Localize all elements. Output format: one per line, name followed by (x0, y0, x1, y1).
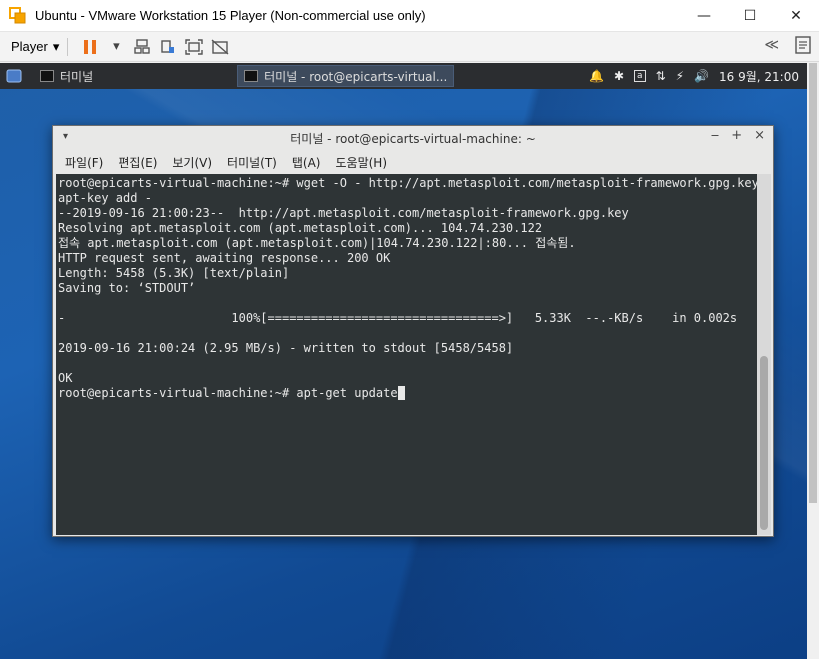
vmware-titlebar: Ubuntu - VMware Workstation 15 Player (N… (0, 0, 819, 32)
minimize-button[interactable]: — (681, 0, 727, 32)
terminal-close-button[interactable]: × (754, 128, 765, 143)
bluetooth-icon[interactable]: ✱ (614, 69, 624, 83)
terminal-icon (40, 70, 54, 82)
terminal-output[interactable]: root@epicarts-virtual-machine:~# wget -O… (56, 174, 758, 535)
terminal-maximize-button[interactable]: + (731, 128, 742, 143)
menu-terminal[interactable]: 터미널(T) (227, 154, 277, 171)
menu-view[interactable]: 보기(V) (172, 154, 212, 171)
menu-help[interactable]: 도움말(H) (336, 154, 388, 171)
terminal-line: root@epicarts-virtual-machine:~# wget -O… (58, 176, 758, 190)
player-menu-label: Player (11, 39, 48, 54)
window-title: Ubuntu - VMware Workstation 15 Player (N… (35, 8, 426, 23)
host-vertical-scrollbar[interactable] (807, 63, 819, 659)
terminal-prompt-line[interactable]: root@epicarts-virtual-machine:~# apt-get… (58, 386, 756, 401)
terminal-menubar: 파일(F) 편집(E) 보기(V) 터미널(T) 탭(A) 도움말(H) (53, 150, 773, 174)
terminal-icon (244, 70, 259, 82)
guest-desktop[interactable]: 터미널 터미널 - root@epicarts-virtual... 🔔 ✱ a… (0, 63, 819, 659)
message-log-icon[interactable] (795, 36, 811, 54)
terminal-titlebar[interactable]: ▾ 터미널 - root@epicarts-virtual-machine: ~… (53, 126, 773, 150)
terminal-window[interactable]: ▾ 터미널 - root@epicarts-virtual-machine: ~… (52, 125, 774, 537)
close-button[interactable]: ✕ (773, 0, 819, 32)
terminal-prompt: root@epicarts-virtual-machine:~# (58, 386, 297, 400)
window-controls: — ☐ ✕ (681, 0, 819, 32)
terminal-scrollbar[interactable] (757, 174, 771, 535)
terminal-line: Saving to: ‘STDOUT’ (58, 281, 196, 295)
volume-icon[interactable]: 🔊 (694, 69, 709, 83)
terminal-line: Resolving apt.metasploit.com (apt.metasp… (58, 221, 543, 235)
window-menu-icon[interactable]: ▾ (63, 131, 68, 142)
applications-menu-button[interactable] (6, 65, 22, 87)
terminal-line: --2019-09-16 21:00:23-- http://apt.metas… (58, 206, 629, 220)
vmware-logo-icon (9, 6, 27, 25)
panel-launcher-label: 터미널 (60, 69, 94, 84)
terminal-line: Length: 5458 (5.3K) [text/plain] (58, 266, 290, 280)
terminal-line: OK (58, 371, 73, 385)
terminal-line: 2019-09-16 21:00:24 (2.95 MB/s) - writte… (58, 341, 514, 355)
network-send-icon (134, 38, 151, 54)
toolbar-right: ≪ (764, 36, 811, 54)
clock[interactable]: 16 9월, 21:00 (719, 68, 799, 85)
device-icon (161, 39, 175, 53)
collapse-toolbar-button[interactable]: ≪ (764, 37, 779, 53)
terminal-line: 접속 apt.metasploit.com (apt.metasploit.co… (58, 236, 576, 250)
terminal-line: HTTP request sent, awaiting response... … (58, 251, 391, 265)
maximize-button[interactable]: ☐ (727, 0, 773, 32)
applications-menu-icon (6, 69, 22, 83)
fullscreen-icon (185, 38, 204, 55)
pause-icon (84, 39, 97, 54)
terminal-line: - 100%[================================>… (58, 311, 738, 325)
terminal-title: 터미널 - root@epicarts-virtual-machine: ~ (290, 131, 536, 146)
toolbar-divider (67, 37, 69, 56)
chevron-down-icon: ▾ (52, 38, 60, 54)
terminal-window-controls: ‒ + × (711, 128, 765, 143)
keyboard-layout-icon[interactable]: a (634, 70, 646, 82)
system-tray: 🔔 ✱ a ⇅ ⚡ 🔊 16 9월, 21:00 (589, 63, 799, 89)
power-icon[interactable]: ⚡ (676, 69, 684, 83)
terminal-current-input[interactable]: apt-get update (296, 386, 397, 400)
chevron-down-icon: ▾ (113, 39, 120, 54)
send-ctrl-alt-del-button[interactable] (129, 36, 155, 58)
pause-button[interactable] (77, 36, 103, 58)
guest-top-panel: 터미널 터미널 - root@epicarts-virtual... 🔔 ✱ a… (0, 63, 807, 89)
panel-launcher-terminal[interactable]: 터미널 (40, 65, 93, 87)
removable-devices-button[interactable] (155, 36, 181, 58)
fullscreen-button[interactable] (181, 36, 207, 58)
host-scrollbar-thumb[interactable] (809, 63, 817, 503)
menu-file[interactable]: 파일(F) (65, 154, 103, 171)
network-icon[interactable]: ⇅ (656, 69, 666, 83)
notification-bell-icon[interactable]: 🔔 (589, 69, 604, 83)
terminal-scrollbar-thumb[interactable] (760, 356, 768, 530)
unity-button[interactable] (207, 36, 233, 58)
terminal-minimize-button[interactable]: ‒ (711, 128, 719, 143)
pause-options-button[interactable]: ▾ (103, 36, 129, 58)
panel-task-terminal[interactable]: 터미널 - root@epicarts-virtual... (237, 65, 455, 87)
unity-icon (211, 38, 229, 55)
vmware-toolbar: Player ▾ ▾ ≪ (0, 32, 819, 62)
menu-edit[interactable]: 편집(E) (118, 154, 157, 171)
player-menu-button[interactable]: Player ▾ (11, 39, 59, 55)
menu-tabs[interactable]: 탭(A) (292, 154, 321, 171)
terminal-line: apt-key add - (58, 191, 152, 205)
terminal-cursor (397, 386, 405, 400)
panel-task-label: 터미널 - root@epicarts-virtual... (264, 69, 448, 84)
